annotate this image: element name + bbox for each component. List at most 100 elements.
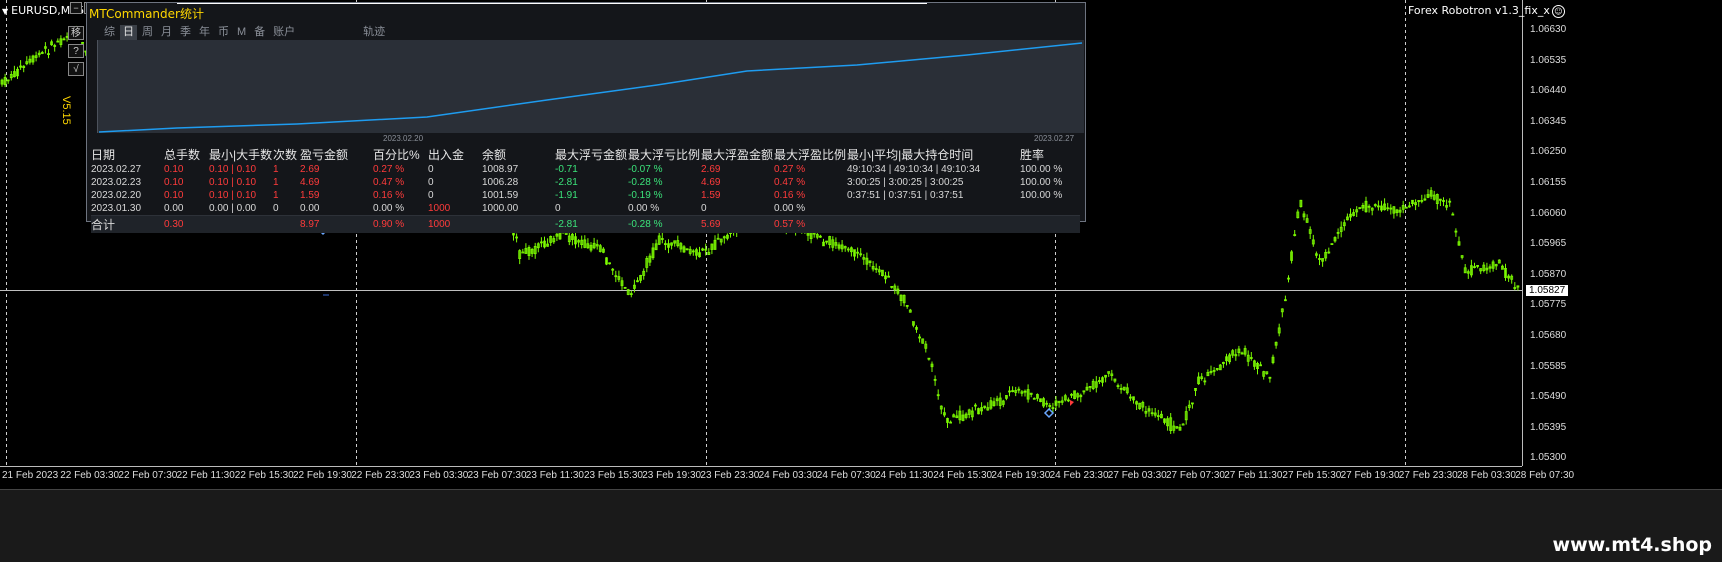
- time-tick: 28 Feb 03:30: [1457, 470, 1516, 481]
- time-tick: 27 Feb 11:30: [1224, 470, 1283, 481]
- column-header[interactable]: 最小|平均|最大持仓时间: [847, 146, 1020, 163]
- table-cell: 2023.02.27: [91, 164, 142, 175]
- table-cell: [847, 202, 1020, 216]
- help-button[interactable]: ?: [68, 44, 84, 58]
- column-header[interactable]: 胜率: [1020, 146, 1080, 163]
- table-cell: 2023.01.30: [91, 203, 142, 214]
- statistics-table: 日期 总手数 最小|大手数 次数 盈亏金额 百分比% 出入金 余额 最大浮亏金额 最大浮亏比例 最大…: [91, 146, 1080, 233]
- price-tick: 1.05680: [1530, 330, 1567, 341]
- total-cell: 1000: [428, 215, 482, 233]
- total-cell: 5.69: [701, 215, 774, 233]
- column-header[interactable]: 百分比%: [373, 146, 428, 163]
- tab-2[interactable]: 周: [139, 25, 156, 40]
- price-tick: 1.05300: [1530, 452, 1567, 464]
- table-cell: 1: [273, 177, 279, 188]
- price-tick: 1.06535: [1530, 54, 1567, 66]
- price-tick: 1.05395: [1530, 421, 1567, 433]
- smiley-icon: ☺: [1551, 5, 1565, 18]
- table-cell: 2.69: [300, 164, 320, 175]
- table-row[interactable]: 2023.02.23 0.10 0.10 | 0.10 1 4.69 0.47 % 0 100…: [91, 176, 1080, 189]
- tab-9[interactable]: 账户: [270, 25, 298, 40]
- table-cell: 0: [428, 177, 434, 188]
- watermark: www.mt4.shop: [1552, 534, 1712, 556]
- time-tick: 22 Feb 15:30: [234, 470, 294, 481]
- table-cell: 0.16 %: [373, 190, 405, 201]
- time-tick: 24 Feb 03:30: [758, 470, 818, 481]
- tab-4[interactable]: 季: [177, 25, 194, 40]
- table-row[interactable]: 2023.02.20 0.10 0.10 | 0.10 1 1.59 0.16 % 0 100…: [91, 189, 1080, 202]
- column-header[interactable]: 次数: [273, 146, 300, 163]
- table-cell: 0.00: [164, 203, 184, 214]
- dropdown-triangle-icon[interactable]: ▼: [2, 7, 8, 16]
- column-header[interactable]: 最大浮亏金额: [555, 146, 628, 163]
- column-header[interactable]: 余额: [482, 146, 555, 163]
- table-cell: 0:37:51 | 0:37:51 | 0:37:51: [847, 190, 964, 201]
- table-cell: 0.10: [164, 177, 184, 188]
- time-tick: 23 Feb 03:30: [409, 470, 469, 481]
- time-tick: 27 Feb 19:30: [1340, 470, 1400, 481]
- column-header[interactable]: 最大浮盈金额: [701, 146, 774, 163]
- table-row[interactable]: 2023.02.27 0.10 0.10 | 0.10 1 2.69 0.27 % 0 100…: [91, 163, 1080, 176]
- table-cell: 0: [273, 203, 279, 214]
- version-label: V5.15: [60, 96, 72, 125]
- total-cell: -0.28 %: [628, 215, 701, 233]
- total-cell: 0.90 %: [373, 215, 428, 233]
- time-tick: 22 Feb 03:30: [60, 470, 120, 481]
- expert-advisor-label[interactable]: Forex Robotron v1.3_fix_x ☺: [1408, 4, 1565, 18]
- total-label: 合计: [91, 215, 164, 233]
- table-cell: [1020, 202, 1080, 216]
- statistics-panel[interactable]: MTCommander统计 综日周月季年币 M 备账户 轨迹 2023.02.20 2…: [86, 2, 1086, 233]
- check-button[interactable]: √: [68, 62, 84, 76]
- panel-title: MTCommander统计: [89, 7, 204, 21]
- time-tick: 23 Feb 23:30: [700, 470, 760, 481]
- price-tick: 1.06440: [1530, 85, 1567, 97]
- time-tick: 24 Feb 11:30: [875, 470, 934, 481]
- price-tick: 1.05585: [1530, 360, 1567, 372]
- table-cell: 2023.02.20: [91, 190, 142, 201]
- table-cell: 1.59: [701, 190, 721, 201]
- time-tick: 28 Feb 07:30: [1515, 470, 1575, 481]
- table-cell: 0.47 %: [373, 177, 405, 188]
- tab-8[interactable]: 备: [251, 25, 268, 40]
- time-tick: 22 Feb 07:30: [118, 470, 178, 481]
- table-cell: 0.00 %: [774, 203, 806, 214]
- table-cell: 1001.59: [482, 190, 519, 201]
- tab-6[interactable]: 币: [215, 25, 232, 40]
- tab-0[interactable]: 综: [101, 25, 118, 40]
- total-cell: 8.97: [300, 215, 373, 233]
- column-header[interactable]: 总手数: [164, 146, 209, 163]
- table-cell: -0.19 %: [628, 190, 663, 201]
- minimize-button[interactable]: −: [70, 2, 82, 14]
- column-header[interactable]: 出入金: [428, 146, 482, 163]
- time-tick: 21 Feb 2023: [2, 470, 59, 481]
- time-tick: 22 Feb 11:30: [176, 470, 235, 481]
- total-cell: [209, 215, 273, 233]
- equity-end-date: 2023.02.27: [1034, 134, 1075, 143]
- tab-5[interactable]: 年: [196, 25, 213, 40]
- table-cell: 1006.28: [482, 177, 519, 188]
- column-header[interactable]: 最大浮亏比例: [628, 146, 701, 163]
- price-tick: 1.06630: [1530, 24, 1567, 35]
- table-cell: 0: [701, 203, 707, 214]
- table-row[interactable]: 2023.01.30 0.00 0.00 | 0.00 0 0.00 0.00 % 1000…: [91, 202, 1080, 216]
- tab-10[interactable]: 轨迹: [360, 25, 388, 40]
- column-header[interactable]: 盈亏金额: [300, 146, 373, 163]
- price-tick: 1.05490: [1530, 391, 1567, 403]
- column-header[interactable]: 最大浮盈比例: [774, 146, 847, 163]
- column-header[interactable]: 最小|大手数: [209, 146, 273, 163]
- table-cell: 4.69: [701, 177, 721, 188]
- table-cell: 100.00 %: [1020, 164, 1063, 175]
- tab-1[interactable]: 日: [120, 25, 137, 40]
- table-cell: 1000.00: [482, 203, 519, 214]
- column-header[interactable]: 日期: [91, 146, 164, 163]
- price-tick: 1.06250: [1530, 146, 1567, 158]
- table-cell: 0.00 %: [628, 203, 660, 214]
- tab-3[interactable]: 月: [158, 25, 175, 40]
- table-cell: 100.00 %: [1020, 190, 1063, 201]
- move-button[interactable]: 移: [68, 26, 84, 40]
- price-tick: 1.05965: [1530, 238, 1567, 250]
- price-tick: 1.06345: [1530, 115, 1567, 127]
- time-tick: 27 Feb 03:30: [1107, 470, 1167, 481]
- tab-7[interactable]: M: [234, 25, 249, 40]
- panel-tabs: 综日周月季年币 M 备账户 轨迹: [101, 25, 390, 40]
